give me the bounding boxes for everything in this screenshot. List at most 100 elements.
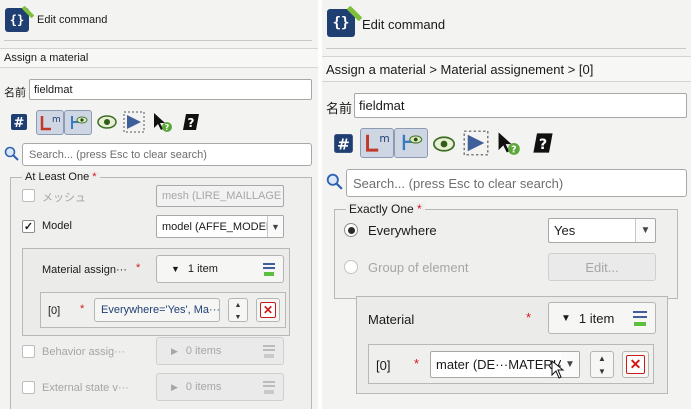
- model-select-value: model (AFFE_MODELE: [162, 220, 280, 233]
- breadcrumb: Assign a material > Material assignement…: [322, 56, 691, 82]
- window-title: Edit command: [37, 14, 108, 26]
- material-count: 1 item: [578, 310, 615, 326]
- name-input-value: fieldmat: [34, 83, 73, 96]
- spin-up-icon[interactable]: ▲: [229, 299, 247, 311]
- hash-button[interactable]: #: [330, 130, 356, 156]
- mouse-cursor-icon: [551, 360, 565, 379]
- cursor-help-icon: ?: [154, 113, 172, 132]
- material-items-button[interactable]: ▼ 1 item: [548, 302, 656, 334]
- question-icon: ?: [183, 114, 199, 130]
- link-button[interactable]: m: [360, 128, 394, 158]
- behavior-label: Behavior assig···: [42, 346, 126, 358]
- group-title: At Least One *: [22, 171, 100, 183]
- triangle-button[interactable]: [462, 129, 490, 157]
- chevron-right-icon: ▶: [171, 345, 178, 356]
- item-delete-button[interactable]: ✕: [256, 298, 280, 322]
- help-cursor-button[interactable]: ?: [494, 129, 522, 157]
- model-select[interactable]: model (AFFE_MODELE ▼: [156, 215, 284, 238]
- tree-eye-button[interactable]: [394, 128, 428, 158]
- window-title: Edit command: [362, 17, 446, 32]
- link-button[interactable]: m: [36, 110, 64, 135]
- model-checkbox[interactable]: ✓: [22, 220, 35, 233]
- hash-icon: #: [11, 114, 27, 131]
- triangle-icon: [463, 130, 489, 156]
- hash-button[interactable]: #: [8, 111, 30, 133]
- behavior-checkbox[interactable]: [22, 345, 35, 358]
- spin-down-icon[interactable]: ▼: [229, 311, 247, 323]
- eye-button[interactable]: [95, 111, 119, 133]
- mesh-checkbox[interactable]: [22, 189, 35, 202]
- edit-command-icon: {}: [327, 5, 363, 37]
- external-items-button[interactable]: ▶ 0 items: [156, 373, 284, 401]
- svg-text:?: ?: [165, 123, 170, 132]
- model-label: Model: [42, 220, 72, 232]
- delete-icon: ✕: [626, 355, 645, 374]
- help-cursor-button[interactable]: ?: [150, 110, 174, 134]
- eye-icon: [97, 115, 117, 129]
- external-checkbox[interactable]: [22, 381, 35, 394]
- edit-command-icon: {}: [5, 5, 35, 32]
- breadcrumb: Assign a material: [0, 48, 318, 68]
- everywhere-label: Everywhere: [368, 223, 437, 238]
- behavior-items-button[interactable]: ▶ 0 items: [156, 337, 284, 365]
- name-input-value: fieldmat: [359, 98, 405, 113]
- left-edit-panel: {} Edit command Assign a material 名前 fie…: [0, 0, 318, 409]
- eye-icon: [433, 136, 455, 152]
- group-element-label: Group of element: [368, 260, 469, 275]
- item-delete-button[interactable]: ✕: [622, 351, 649, 378]
- material-required-mark: *: [526, 310, 532, 325]
- spin-down-icon[interactable]: ▼: [591, 365, 613, 378]
- list-icon: [633, 311, 647, 326]
- link-icon: m: [40, 115, 61, 130]
- mesh-select[interactable]: mesh (LIRE_MAILLAGE: [156, 185, 284, 207]
- search-input[interactable]: Search... (press Esc to clear search): [22, 143, 312, 166]
- svg-text:m: m: [52, 115, 61, 125]
- everywhere-select[interactable]: Yes ▼: [548, 218, 656, 243]
- item-index: [0]: [376, 358, 391, 373]
- name-label: 名前: [326, 101, 353, 116]
- tree-eye-button[interactable]: [64, 110, 92, 135]
- material-count: 1 item: [187, 263, 218, 275]
- link-icon: m: [366, 132, 390, 152]
- search-placeholder: Search... (press Esc to clear search): [353, 175, 564, 191]
- tree-eye-icon: [402, 134, 423, 151]
- material-required-mark: *: [136, 262, 141, 274]
- svg-text:#: #: [14, 116, 25, 131]
- everywhere-select-value: Yes: [554, 223, 576, 238]
- search-input[interactable]: Search... (press Esc to clear search): [346, 169, 687, 197]
- item-required-mark: *: [414, 356, 420, 371]
- svg-text:?: ?: [511, 144, 516, 155]
- everywhere-radio[interactable]: [344, 223, 358, 237]
- cursor-help-icon: ?: [498, 132, 520, 155]
- triangle-button[interactable]: [122, 110, 146, 134]
- edit-button-label: Edit...: [585, 259, 619, 275]
- svg-text:m: m: [379, 132, 389, 145]
- item-value-button[interactable]: Everywhere='Yes', Ma···: [94, 298, 220, 322]
- search-placeholder: Search... (press Esc to clear search): [29, 148, 207, 161]
- eye-button[interactable]: [430, 131, 458, 157]
- name-input[interactable]: fieldmat: [29, 79, 312, 100]
- spin-up-icon[interactable]: ▲: [591, 352, 613, 365]
- material-items-button[interactable]: ▼ 1 item: [156, 255, 284, 283]
- item-spinner[interactable]: ▲ ▼: [590, 351, 614, 378]
- name-input[interactable]: fieldmat: [354, 93, 687, 118]
- breadcrumb-text: Assign a material: [4, 52, 89, 64]
- question-button[interactable]: ?: [530, 130, 556, 156]
- question-button[interactable]: ?: [180, 111, 202, 133]
- external-count: 0 items: [185, 381, 222, 393]
- mesh-label: メッシュ: [42, 192, 86, 204]
- group-title: Exactly One *: [346, 202, 425, 216]
- behavior-count: 0 items: [185, 345, 222, 357]
- triangle-icon: [123, 111, 145, 133]
- breadcrumb-text: Assign a material > Material assignement…: [326, 61, 594, 77]
- group-element-radio[interactable]: [344, 260, 358, 274]
- name-label: 名前: [4, 87, 26, 99]
- material-label: Material: [368, 312, 415, 327]
- item-spinner[interactable]: ▲ ▼: [228, 298, 248, 322]
- item-index: [0]: [48, 305, 61, 317]
- svg-text:?: ?: [188, 116, 195, 130]
- edit-button[interactable]: Edit...: [548, 253, 656, 281]
- item-required-mark: *: [80, 303, 85, 315]
- chevron-down-icon: ▼: [171, 264, 180, 274]
- search-icon: [4, 146, 19, 161]
